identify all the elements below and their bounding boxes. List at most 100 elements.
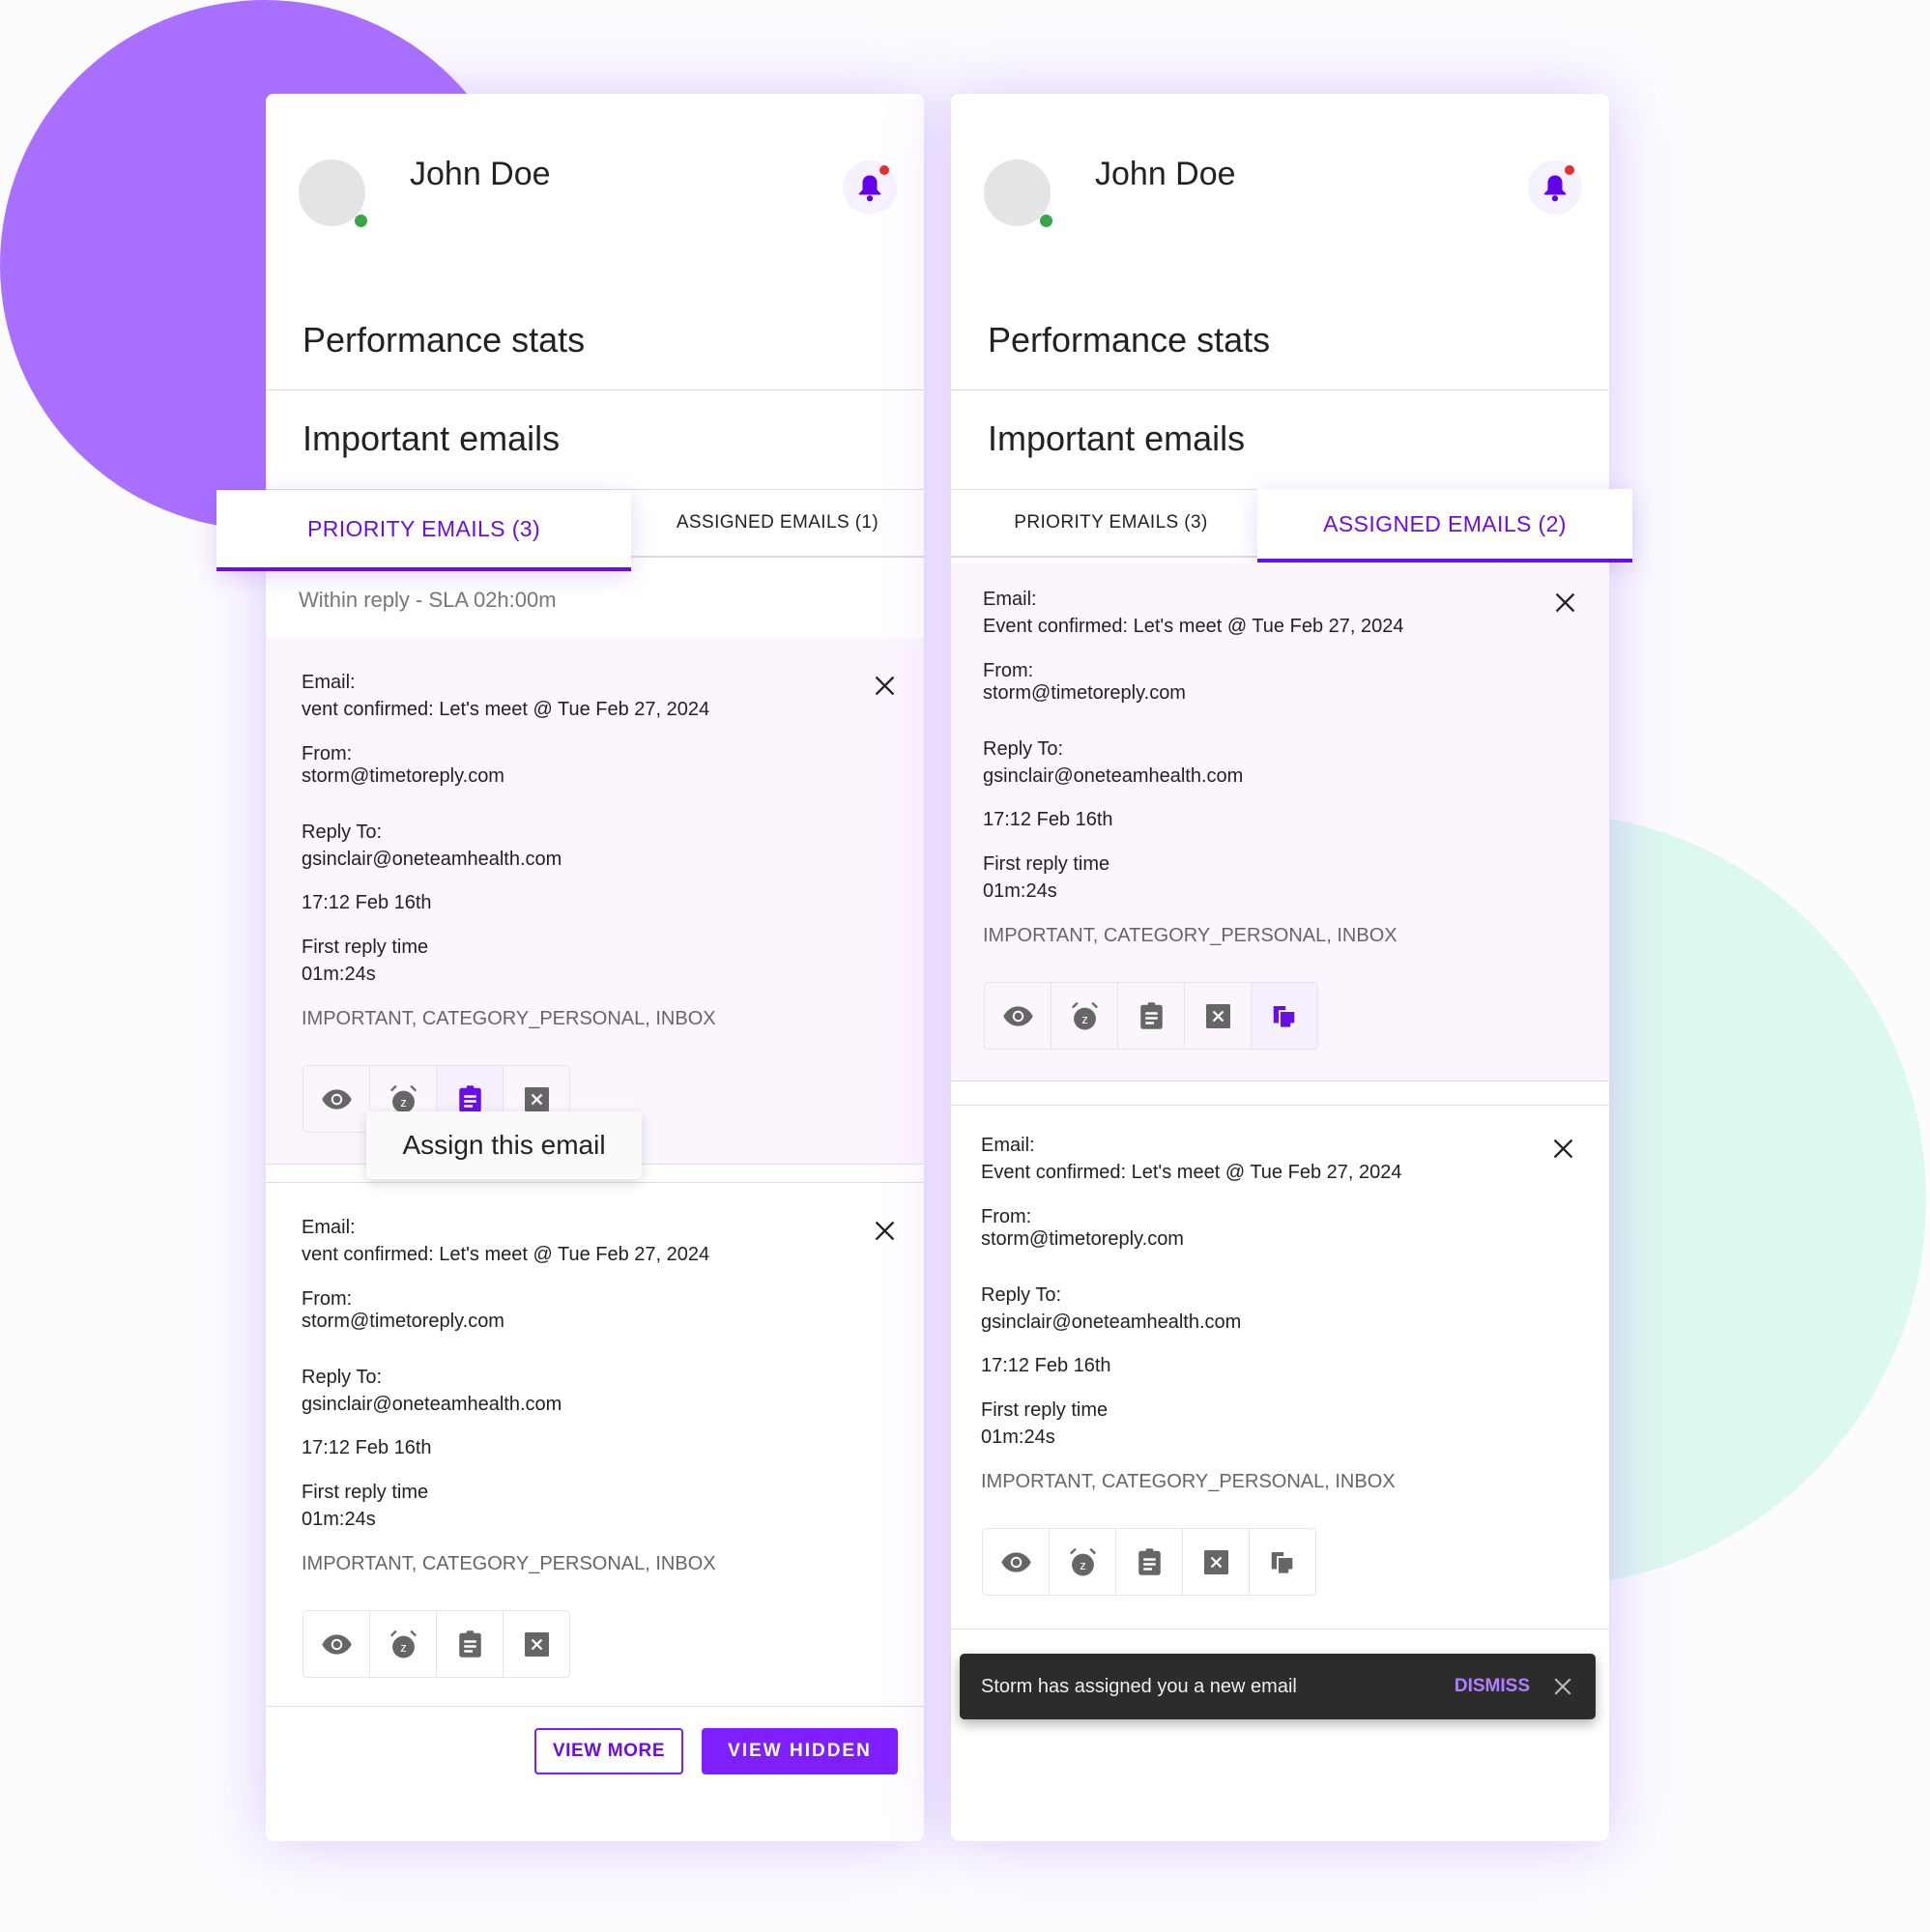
svg-text:z: z <box>1081 1013 1087 1026</box>
email-email-label: Email: <box>983 589 1037 610</box>
assign-tooltip: Assign this email <box>366 1111 642 1179</box>
snackbar: Storm has assigned you a new email DISMI… <box>960 1654 1596 1719</box>
assign-icon <box>458 1629 482 1658</box>
email-reply-to: gsinclair@oneteamhealth.com <box>981 1312 1242 1333</box>
divider <box>266 389 924 390</box>
tab-priority-emails[interactable]: PRIORITY EMAILS (3) <box>951 489 1271 556</box>
view-hidden-button[interactable]: VIEW HIDDEN <box>702 1728 898 1774</box>
user-name: John Doe <box>1095 156 1236 192</box>
close-email-button[interactable] <box>1552 1138 1576 1162</box>
email-tags: IMPORTANT, CATEGORY_PERSONAL, INBOX <box>302 1553 716 1574</box>
assign-button[interactable] <box>1118 983 1185 1049</box>
view-more-button[interactable]: VIEW MORE <box>534 1728 683 1774</box>
assign-button[interactable] <box>1116 1529 1183 1595</box>
important-emails-heading[interactable]: Important emails <box>302 418 560 459</box>
dismiss-button[interactable]: DISMISS <box>1455 1676 1530 1697</box>
close-icon[interactable] <box>1554 1678 1571 1695</box>
assign-icon <box>1139 1001 1164 1030</box>
email-reply-to: gsinclair@oneteamhealth.com <box>302 1394 562 1415</box>
email-from-label: From: <box>302 1288 353 1310</box>
eye-button[interactable] <box>985 983 1051 1049</box>
tab-priority-emails[interactable]: PRIORITY EMAILS (3) <box>216 490 631 571</box>
email-time: 17:12 Feb 16th <box>983 809 1113 830</box>
notification-badge <box>1565 165 1574 175</box>
hide-icon <box>1205 1003 1230 1028</box>
close-email-button[interactable] <box>874 675 898 699</box>
eye-button[interactable] <box>303 1066 370 1132</box>
assigned-emails-panel: John Doe Performance stats Important ema… <box>951 94 1632 1841</box>
email-from: storm@timetoreply.com <box>983 682 1186 704</box>
email-from-label: From: <box>981 1206 1032 1227</box>
notifications-button[interactable] <box>1528 160 1582 215</box>
divider <box>951 389 1609 390</box>
assign-icon <box>1138 1547 1162 1576</box>
email-first-reply: 01m:24s <box>981 1427 1055 1448</box>
email-email-label: Email: <box>302 672 356 693</box>
close-icon <box>874 675 898 697</box>
stage: John Doe Performance stats Important ema… <box>0 0 1930 1932</box>
email-first-reply-label: First reply time <box>302 1482 429 1503</box>
hide-button[interactable] <box>504 1611 569 1677</box>
email-reply-to-label: Reply To: <box>983 738 1064 760</box>
sla-label: Within reply - SLA 02h:00m <box>299 588 557 612</box>
snooze-button[interactable]: z <box>1050 1529 1116 1595</box>
svg-text:z: z <box>1080 1559 1085 1572</box>
close-email-button[interactable] <box>1554 591 1578 616</box>
email-first-reply: 01m:24s <box>302 964 376 985</box>
close-icon <box>1552 1138 1576 1160</box>
email-reply-to-label: Reply To: <box>302 822 383 843</box>
email-item: Email: vent confirmed: Let's meet @ Tue F… <box>266 1183 924 1706</box>
copy-button[interactable] <box>1252 983 1317 1049</box>
tab-assigned-emails[interactable]: ASSIGNED EMAILS (2) <box>1257 489 1632 562</box>
email-from-label: From: <box>302 743 353 764</box>
email-item: Email: vent confirmed: Let's meet @ Tue F… <box>266 638 924 1164</box>
snooze-icon: z <box>388 1629 419 1660</box>
hide-button[interactable] <box>1185 983 1252 1049</box>
email-item: Email: Event confirmed: Let's meet @ Tue … <box>951 1106 1609 1629</box>
performance-stats-heading[interactable]: Performance stats <box>302 320 585 360</box>
email-time: 17:12 Feb 16th <box>981 1355 1111 1376</box>
email-reply-to: gsinclair@oneteamhealth.com <box>983 765 1244 787</box>
snackbar-message: Storm has assigned you a new email <box>981 1675 1297 1697</box>
hide-icon <box>1203 1549 1228 1574</box>
bell-icon <box>1541 173 1569 202</box>
eye-button[interactable] <box>983 1529 1050 1595</box>
online-status-dot <box>355 215 367 227</box>
email-from: storm@timetoreply.com <box>981 1228 1184 1250</box>
hide-button[interactable] <box>1183 1529 1250 1595</box>
notifications-button[interactable] <box>843 160 897 215</box>
snooze-button[interactable]: z <box>370 1611 437 1677</box>
email-tags: IMPORTANT, CATEGORY_PERSONAL, INBOX <box>302 1008 716 1029</box>
eye-button[interactable] <box>303 1611 370 1677</box>
email-time: 17:12 Feb 16th <box>302 1437 432 1458</box>
email-from: storm@timetoreply.com <box>302 765 504 787</box>
email-from-label: From: <box>983 660 1034 681</box>
snooze-icon: z <box>1069 1000 1101 1032</box>
eye-icon <box>321 1633 353 1656</box>
email-first-reply: 01m:24s <box>983 880 1057 902</box>
email-first-reply-label: First reply time <box>981 1399 1109 1421</box>
eye-icon <box>1000 1551 1032 1573</box>
close-email-button[interactable] <box>874 1220 898 1244</box>
eye-icon <box>321 1088 353 1110</box>
snooze-icon: z <box>1067 1546 1099 1578</box>
close-icon <box>874 1220 898 1242</box>
eye-icon <box>1002 1005 1034 1027</box>
copy-button[interactable] <box>1250 1529 1315 1595</box>
important-emails-heading[interactable]: Important emails <box>988 418 1245 459</box>
svg-text:z: z <box>400 1641 406 1655</box>
email-email-label: Email: <box>302 1217 356 1238</box>
performance-stats-heading[interactable]: Performance stats <box>988 320 1270 360</box>
assign-button[interactable] <box>437 1611 504 1677</box>
priority-emails-panel: John Doe Performance stats Important ema… <box>216 94 924 1841</box>
snooze-button[interactable]: z <box>1051 983 1118 1049</box>
email-subject: vent confirmed: Let's meet @ Tue Feb 27,… <box>302 1244 710 1265</box>
email-from: storm@timetoreply.com <box>302 1311 504 1332</box>
copy-icon <box>1270 1001 1299 1030</box>
hide-icon <box>524 1631 549 1657</box>
tab-assigned-emails[interactable]: ASSIGNED EMAILS (1) <box>631 489 924 556</box>
email-item: Email: Event confirmed: Let's meet @ Tue … <box>951 562 1609 1081</box>
email-reply-to: gsinclair@oneteamhealth.com <box>302 849 562 870</box>
email-first-reply: 01m:24s <box>302 1509 376 1530</box>
copy-icon <box>1268 1547 1297 1576</box>
